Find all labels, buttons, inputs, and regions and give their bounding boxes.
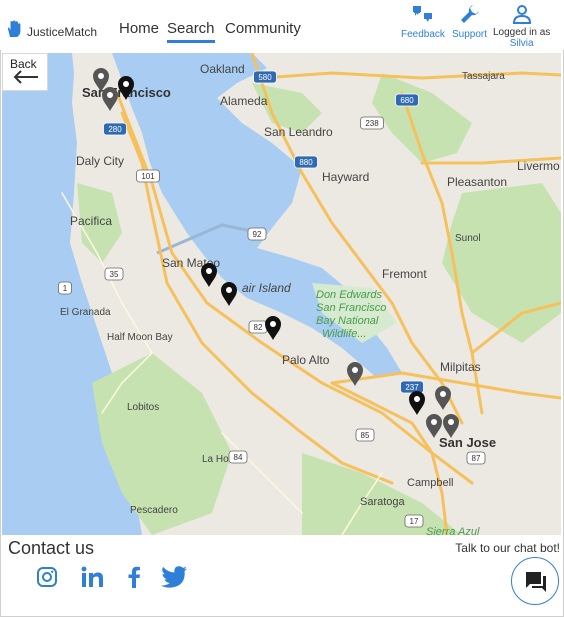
facebook-icon[interactable] — [127, 566, 141, 593]
place-oakland: Oakland — [200, 62, 245, 76]
contact-title: Contact us — [8, 538, 95, 558]
place-alameda: Alameda — [220, 94, 268, 108]
highway-shield-92: 92 — [247, 227, 267, 241]
feedback-button[interactable]: Feedback — [401, 4, 445, 40]
back-label: Back — [10, 57, 37, 71]
place-sunol: Sunol — [455, 233, 481, 244]
nav-community[interactable]: Community — [225, 20, 301, 37]
place-milpitas: Milpitas — [440, 360, 481, 374]
place-palo-alto: Palo Alto — [282, 353, 330, 367]
person-icon — [512, 4, 532, 27]
highway-shield-680: 680 — [395, 93, 419, 107]
svg-text:87: 87 — [472, 454, 481, 463]
user-name[interactable]: Silvia — [510, 38, 534, 49]
refuge-label-4: Wildlife... — [322, 328, 367, 340]
svg-text:680: 680 — [400, 96, 414, 105]
highway-shield-238: 238 — [360, 116, 384, 130]
highway-shield-84: 84 — [228, 450, 248, 464]
place-lobitos: Lobitos — [127, 402, 159, 413]
place-saratoga: Saratoga — [360, 496, 406, 508]
twitter-icon[interactable] — [160, 566, 188, 593]
search-results-map[interactable]: Oakland San Francisco Alameda San Leandr… — [2, 53, 561, 535]
place-el-granada: El Granada — [60, 307, 111, 318]
place-hayward: Hayward — [322, 170, 369, 184]
nav-search[interactable]: Search — [167, 20, 215, 43]
svg-text:280: 280 — [108, 125, 122, 134]
chat-hint: Talk to our chat bot! — [455, 541, 560, 555]
place-campbell: Campbell — [407, 477, 453, 489]
highway-shield-580: 580 — [253, 70, 277, 84]
back-button[interactable]: Back — [2, 53, 48, 91]
place-daly-city: Daly City — [76, 154, 124, 168]
place-pleasanton: Pleasanton — [447, 175, 507, 189]
brand-logo[interactable]: JusticeMatch — [6, 20, 97, 43]
place-pescadero: Pescadero — [130, 505, 178, 516]
linkedin-icon[interactable] — [81, 566, 105, 593]
highway-shield-17: 17 — [404, 514, 424, 528]
wrench-icon — [460, 4, 480, 27]
svg-text:85: 85 — [361, 431, 370, 440]
svg-text:92: 92 — [253, 230, 262, 239]
support-button[interactable]: Support — [452, 4, 487, 40]
thumbs-icon — [412, 4, 434, 27]
svg-text:35: 35 — [110, 270, 119, 279]
svg-text:1: 1 — [63, 284, 68, 293]
highway-shield-87: 87 — [466, 451, 486, 465]
highway-shield-280: 280 — [103, 122, 127, 136]
svg-text:84: 84 — [234, 453, 243, 462]
highway-shield-85: 85 — [355, 428, 375, 442]
refuge-label-1: Don Edwards — [316, 289, 383, 301]
feedback-label: Feedback — [401, 29, 445, 40]
refuge-label-3: Bay National — [316, 315, 379, 327]
highway-shield-35: 35 — [104, 267, 124, 281]
highway-shield-237: 237 — [400, 380, 424, 394]
place-pacifica: Pacifica — [70, 214, 112, 228]
logged-in-label: Logged in as — [493, 27, 551, 38]
refuge-label-2: San Francisco — [316, 302, 386, 314]
place-half-moon-bay: Half Moon Bay — [107, 332, 173, 343]
svg-text:82: 82 — [254, 323, 263, 332]
instagram-icon[interactable] — [36, 566, 58, 593]
svg-text:17: 17 — [410, 517, 419, 526]
svg-text:101: 101 — [141, 172, 155, 181]
top-nav-bar: JusticeMatch Home Search Community Feedb… — [0, 0, 564, 50]
place-san-leandro: San Leandro — [264, 125, 333, 139]
svg-text:580: 580 — [258, 73, 272, 82]
place-sierra-azul: Sierra Azul — [426, 526, 480, 535]
place-san-jose: San Jose — [439, 435, 496, 450]
hand-icon — [6, 20, 22, 43]
place-tassajara: Tassajara — [462, 71, 505, 82]
place-livermore: Livermo — [517, 159, 560, 173]
brand-name: JusticeMatch — [27, 24, 98, 39]
highway-shield-880: 880 — [294, 155, 318, 169]
chat-bot-button[interactable] — [511, 557, 559, 605]
highway-shield-82: 82 — [248, 320, 268, 334]
svg-text:238: 238 — [365, 119, 379, 128]
nav-home[interactable]: Home — [119, 20, 159, 37]
user-menu[interactable]: Logged in as Silvia — [493, 4, 550, 49]
highway-shield-1: 1 — [58, 281, 72, 295]
svg-text:237: 237 — [405, 383, 419, 392]
place-fremont: Fremont — [382, 267, 427, 281]
place-foster-city: air Island — [242, 281, 291, 295]
highway-shield-101: 101 — [136, 169, 160, 183]
support-label: Support — [452, 29, 488, 40]
svg-text:880: 880 — [299, 158, 313, 167]
